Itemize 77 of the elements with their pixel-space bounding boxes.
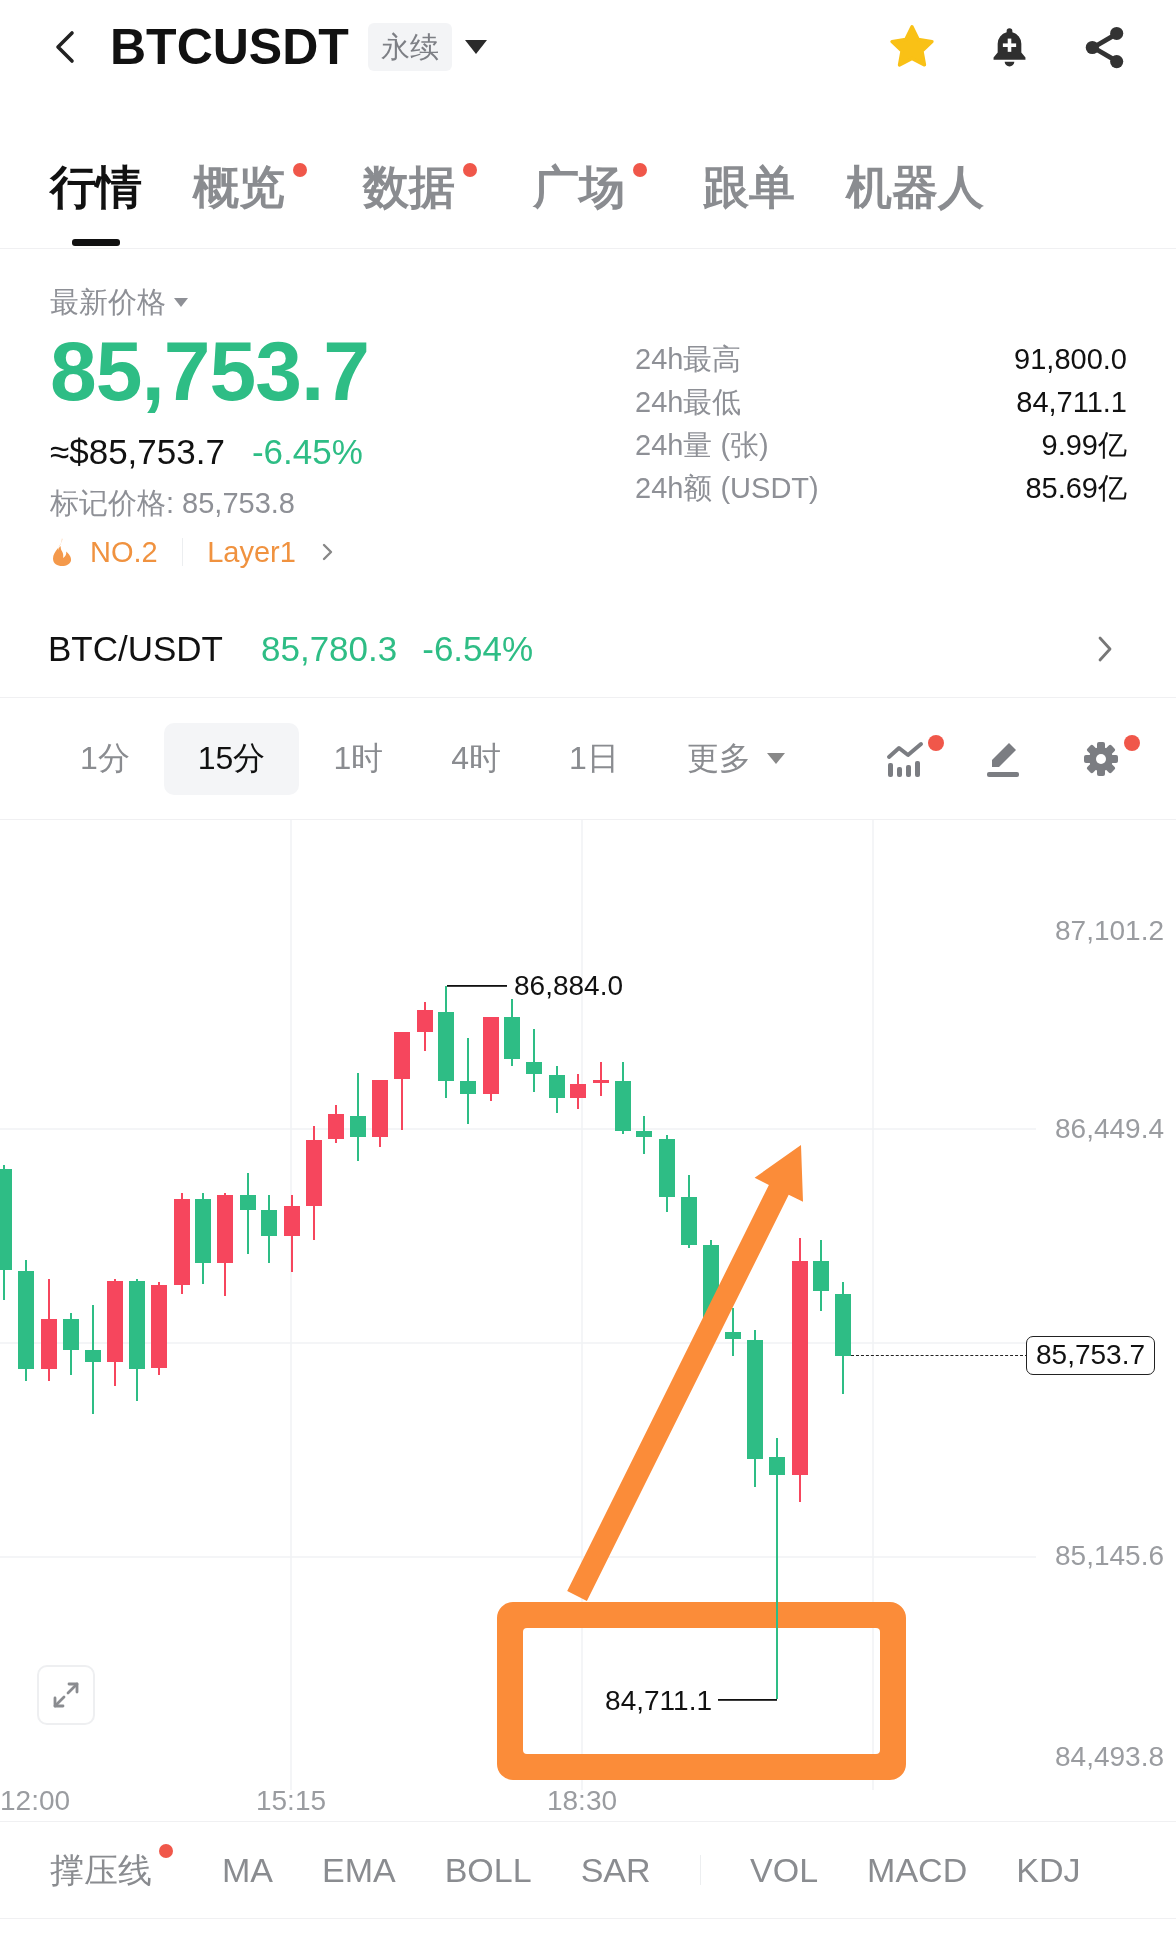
indicator-chart-icon[interactable] <box>886 740 924 777</box>
interval-tab[interactable]: 1分 <box>46 722 164 795</box>
candle <box>570 1074 586 1109</box>
candle <box>636 1116 652 1154</box>
contract-type-tag: 永续 <box>367 23 452 71</box>
interval-tab[interactable]: 1日 <box>535 722 653 795</box>
candle <box>504 999 520 1066</box>
price-axis-label: 84,493.8 <box>1055 1742 1164 1772</box>
stat-label: 24h最低 <box>635 385 742 420</box>
rank-label: NO.2 <box>90 535 158 570</box>
time-axis-label: 15:15 <box>255 1786 327 1816</box>
settings-icon[interactable] <box>1082 740 1120 777</box>
sector-link[interactable]: Layer1 <box>207 534 333 570</box>
stat-label: 24h量 (张) <box>635 428 769 463</box>
usd-price: ≈$85,753.7 <box>50 431 225 473</box>
price-type-dropdown[interactable]: 最新价格 <box>50 284 188 320</box>
tab[interactable]: 概览 <box>193 164 285 246</box>
stat-value: 9.99亿 <box>1041 428 1127 463</box>
tab[interactable]: 广场 <box>533 164 625 246</box>
tab[interactable]: 行情 <box>50 164 142 246</box>
interval-tab[interactable]: 4时 <box>417 722 535 795</box>
last-price-label: 85,753.7 <box>1026 1336 1155 1375</box>
indicator-tab[interactable]: MA <box>222 1850 273 1890</box>
stat-value: 85.69亿 <box>1025 471 1127 506</box>
candle <box>526 1029 542 1092</box>
interval-tab[interactable]: 1时 <box>299 722 418 795</box>
interval-tab[interactable]: 15分 <box>163 722 300 795</box>
indicator-tab[interactable]: VOL <box>750 1850 819 1890</box>
price-axis-label: 85,145.6 <box>1055 1541 1164 1571</box>
expand-button[interactable] <box>37 1665 95 1725</box>
mark-price: 标记价格: 85,753.8 <box>50 486 295 521</box>
candle <box>261 1195 277 1263</box>
flame-icon <box>50 537 74 567</box>
chevron-right-icon[interactable] <box>1097 634 1113 663</box>
price-axis-label: 86,449.4 <box>1055 1114 1164 1144</box>
pair-title: BTCUSDT <box>110 19 349 75</box>
tab[interactable]: 机器人 <box>846 164 984 246</box>
time-axis-label: 18:30 <box>546 1786 618 1816</box>
spot-price: 85,780.3 <box>261 628 398 669</box>
high-price-label: 86,884.0 <box>514 971 623 1001</box>
chevron-right-icon <box>321 543 333 561</box>
caret-down-icon <box>766 753 785 764</box>
stat-label: 24h最高 <box>635 342 742 377</box>
candle <box>593 1062 609 1096</box>
stat-value: 84,711.1 <box>1016 385 1127 420</box>
more-dropdown[interactable]: 更多 <box>652 722 819 795</box>
candle <box>615 1062 631 1134</box>
price-change: -6.45% <box>251 431 363 473</box>
tab[interactable]: 跟单 <box>703 164 795 246</box>
tab[interactable]: 数据 <box>363 164 455 246</box>
leader-line <box>718 1699 777 1701</box>
stat-label: 24h额 (USDT) <box>635 471 819 506</box>
indicator-tab[interactable]: KDJ <box>1016 1850 1081 1890</box>
last-price: 85,753.7 <box>50 329 369 413</box>
candle <box>328 1105 344 1143</box>
candle <box>549 1066 565 1113</box>
indicator-tab[interactable]: MACD <box>867 1850 968 1890</box>
candle <box>63 1313 79 1375</box>
indicator-tab[interactable]: EMA <box>322 1850 396 1890</box>
indicator-tab[interactable]: 撑压线 <box>50 1850 152 1890</box>
expand-icon <box>52 1681 80 1709</box>
caret-down-icon[interactable] <box>464 40 487 54</box>
price-axis-label: 87,101.2 <box>1055 916 1164 946</box>
spot-pair: BTC/USDT <box>48 628 223 669</box>
pencil-icon[interactable] <box>984 740 1022 777</box>
caret-down-icon <box>174 297 188 307</box>
candle <box>372 1080 388 1147</box>
time-axis-label: 12:00 <box>0 1786 71 1816</box>
candle <box>813 1240 829 1311</box>
candle <box>417 1002 433 1051</box>
candle <box>725 1308 741 1356</box>
low-price-label: 84,711.1 <box>605 1686 712 1716</box>
indicator-tab[interactable]: SAR <box>580 1850 651 1890</box>
spot-change: -6.54% <box>422 628 534 669</box>
indicator-tab[interactable]: BOLL <box>444 1850 532 1890</box>
leader-line <box>447 985 507 987</box>
stat-value: 91,800.0 <box>1014 342 1127 377</box>
